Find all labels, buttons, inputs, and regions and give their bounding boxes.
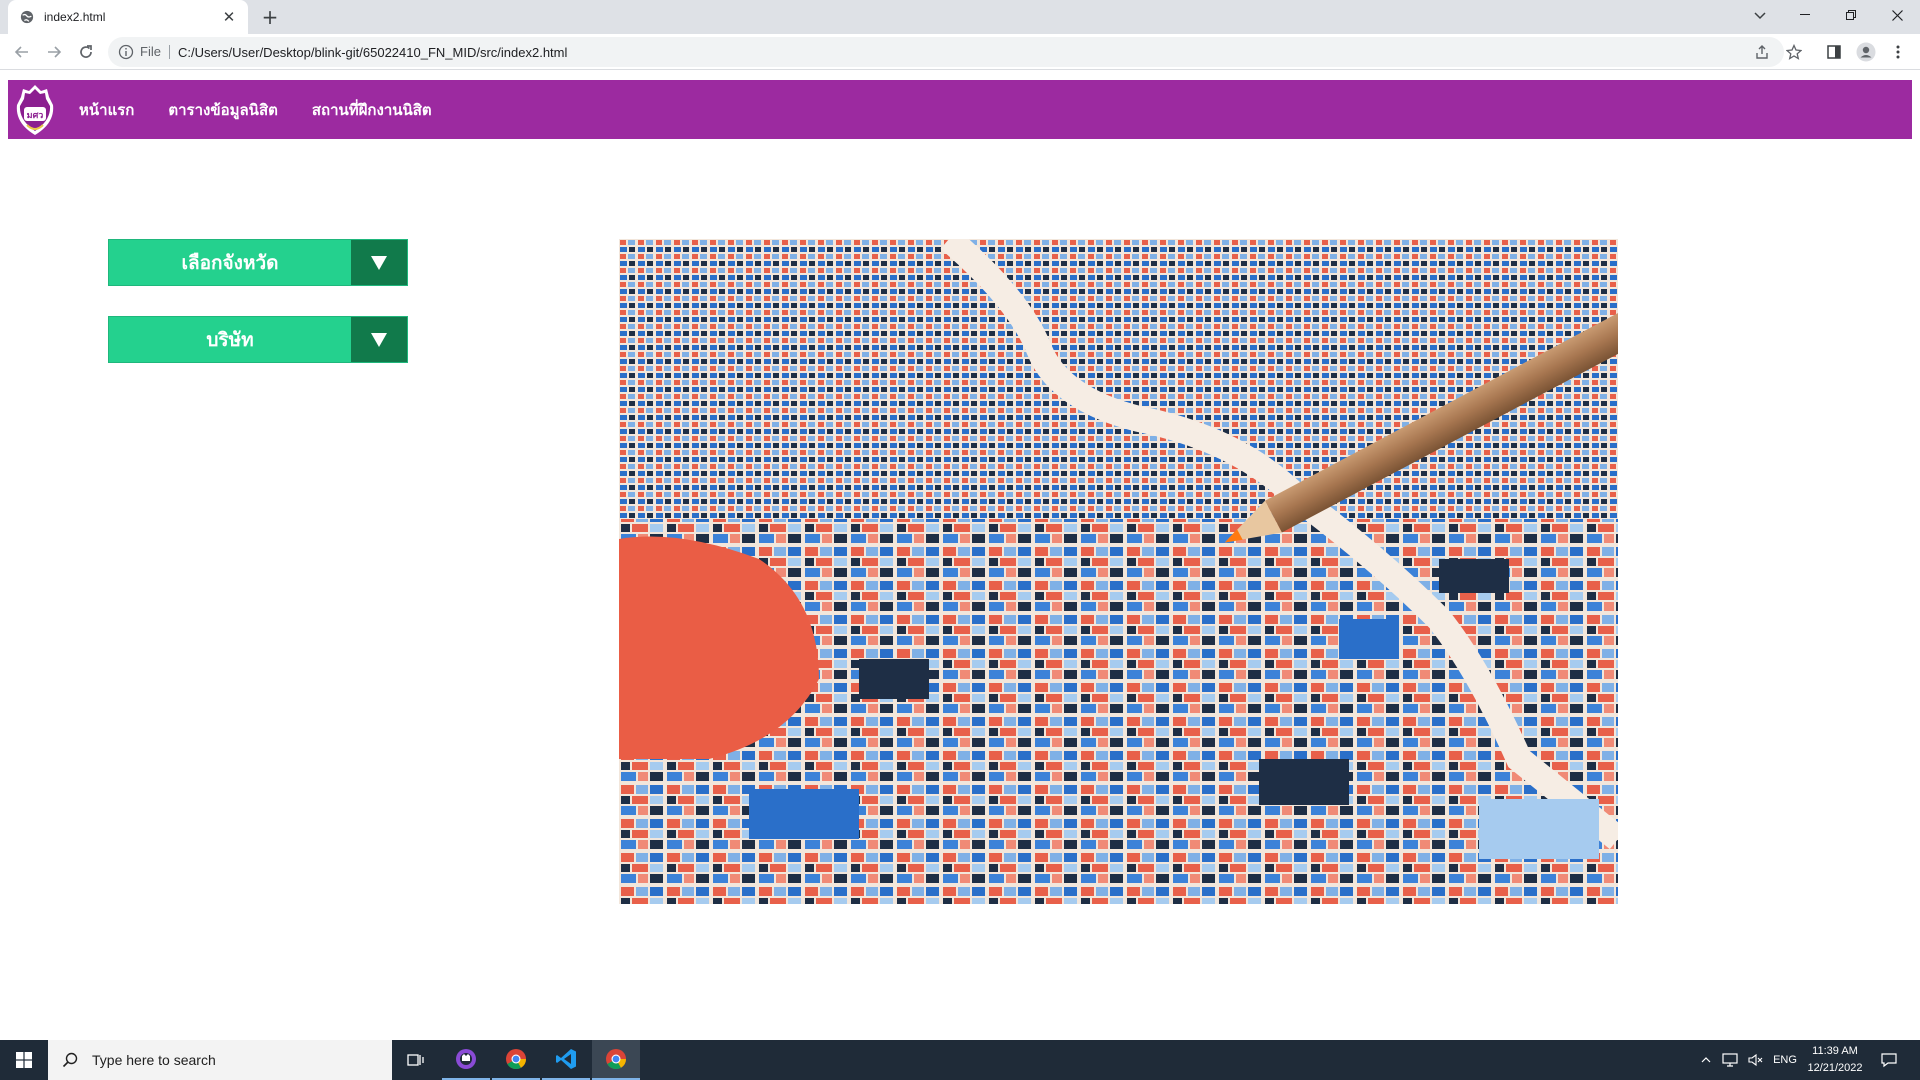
menu-kebab-icon[interactable] bbox=[1886, 40, 1910, 64]
notification-icon[interactable] bbox=[1874, 1040, 1904, 1080]
chrome-icon[interactable] bbox=[492, 1040, 540, 1080]
vscode-icon[interactable] bbox=[542, 1040, 590, 1080]
province-select-label: เลือกจังหวัด bbox=[181, 251, 279, 274]
language-indicator[interactable]: ENG bbox=[1770, 1040, 1800, 1080]
network-icon[interactable] bbox=[1718, 1040, 1742, 1080]
forward-icon[interactable] bbox=[42, 40, 66, 64]
windows-taskbar: Type here to search ENG 11:39 AM 12/21/2… bbox=[0, 1040, 1920, 1080]
info-icon[interactable] bbox=[118, 44, 134, 60]
dropdown-arrow-icon[interactable] bbox=[351, 317, 407, 362]
task-view-icon[interactable] bbox=[392, 1040, 440, 1080]
dropdown-arrow-icon[interactable] bbox=[351, 240, 407, 285]
globe-icon bbox=[20, 10, 34, 24]
profile-avatar-icon[interactable] bbox=[1854, 40, 1878, 64]
clock-date: 12/21/2022 bbox=[1807, 1062, 1863, 1074]
url-text[interactable]: C:/Users/User/Desktop/blink-git/65022410… bbox=[178, 45, 1784, 60]
browser-tab[interactable]: index2.html ✕ bbox=[8, 0, 248, 34]
company-select[interactable]: บริษัท bbox=[108, 316, 408, 363]
taskbar-search-box[interactable]: Type here to search bbox=[48, 1040, 392, 1080]
tab-search-icon[interactable] bbox=[1748, 4, 1772, 28]
city-map-image bbox=[619, 239, 1618, 904]
clock-time: 11:39 AM bbox=[1812, 1045, 1858, 1057]
close-window-icon[interactable] bbox=[1874, 0, 1920, 30]
company-select-label: บริษัท bbox=[206, 328, 254, 351]
browser-toolbar: File C:/Users/User/Desktop/blink-git/650… bbox=[0, 34, 1920, 70]
province-select[interactable]: เลือกจังหวัด bbox=[108, 239, 408, 286]
search-icon bbox=[62, 1052, 78, 1068]
chevron-up-icon[interactable] bbox=[1696, 1040, 1716, 1080]
taskbar-clock[interactable]: 11:39 AM 12/21/2022 bbox=[1800, 1043, 1870, 1077]
nav-student-table[interactable]: ตารางข้อมูลนิสิต bbox=[168, 98, 277, 122]
university-logo[interactable]: มศว bbox=[13, 83, 57, 137]
browser-tab-strip: index2.html ✕ + bbox=[0, 0, 1920, 34]
page-viewport: มศว หน้าแรก ตารางข้อมูลนิสิต สถานที่ฝึกง… bbox=[0, 70, 1920, 1040]
chrome-active-icon[interactable] bbox=[592, 1040, 640, 1080]
github-desktop-icon[interactable] bbox=[442, 1040, 490, 1080]
address-bar[interactable]: File C:/Users/User/Desktop/blink-git/650… bbox=[108, 37, 1784, 67]
bookmark-star-icon[interactable] bbox=[1782, 40, 1806, 64]
logo-text: มศว bbox=[27, 111, 44, 121]
windows-start-icon[interactable] bbox=[0, 1040, 48, 1080]
close-tab-icon[interactable]: ✕ bbox=[220, 8, 238, 26]
nav-home[interactable]: หน้าแรก bbox=[79, 98, 134, 122]
side-panel-icon[interactable] bbox=[1822, 40, 1846, 64]
url-scheme-label: File bbox=[140, 45, 170, 59]
back-icon[interactable] bbox=[10, 40, 34, 64]
tab-title: index2.html bbox=[44, 10, 106, 24]
site-navbar: มศว หน้าแรก ตารางข้อมูลนิสิต สถานที่ฝึกง… bbox=[8, 80, 1912, 139]
minimize-icon[interactable] bbox=[1782, 0, 1828, 30]
taskbar-search-placeholder: Type here to search bbox=[92, 1052, 216, 1068]
share-icon[interactable] bbox=[1750, 40, 1774, 64]
new-tab-button[interactable]: + bbox=[258, 5, 282, 29]
reload-icon[interactable] bbox=[74, 40, 98, 64]
nav-internship-places[interactable]: สถานที่ฝึกงานนิสิต bbox=[312, 98, 432, 122]
restore-icon[interactable] bbox=[1828, 0, 1874, 30]
volume-muted-icon[interactable] bbox=[1744, 1040, 1768, 1080]
